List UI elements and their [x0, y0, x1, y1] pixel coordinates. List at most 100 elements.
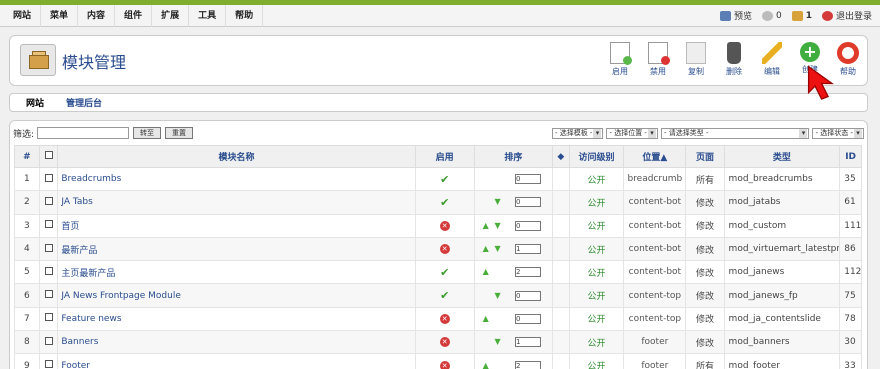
disable-button[interactable]: 禁用: [642, 42, 674, 77]
move-down-icon[interactable]: ▼: [495, 221, 501, 230]
row-checkbox[interactable]: [44, 336, 53, 345]
col-position[interactable]: 位置▲: [623, 145, 687, 168]
menu-content[interactable]: 内容: [78, 4, 116, 27]
enable-button[interactable]: 启用: [604, 42, 636, 77]
check-icon[interactable]: ✔: [440, 266, 449, 279]
move-up-icon[interactable]: ▲: [483, 267, 489, 276]
tab-site[interactable]: 网站: [26, 96, 44, 109]
order-input[interactable]: 0: [514, 220, 541, 231]
delete-button[interactable]: 删除: [718, 42, 750, 77]
preview-link[interactable]: 预览: [719, 9, 752, 22]
filter-go-button[interactable]: 转至: [133, 127, 162, 139]
row-checkbox[interactable]: [44, 196, 53, 205]
move-down-icon[interactable]: ▼: [495, 291, 501, 300]
access-level[interactable]: 公开: [568, 306, 625, 332]
access-level[interactable]: 公开: [568, 353, 625, 369]
check-icon[interactable]: ✔: [440, 173, 449, 186]
access-level[interactable]: 公开: [568, 166, 625, 192]
order-input[interactable]: 1: [514, 244, 541, 255]
order-input[interactable]: 2: [514, 360, 541, 369]
filter-input[interactable]: [37, 127, 130, 139]
type-select[interactable]: - 请选择类型 -: [660, 127, 810, 139]
tab-administrator[interactable]: 管理后台: [66, 96, 102, 109]
row-select[interactable]: [38, 330, 59, 355]
enabled-toggle[interactable]: ✕: [414, 213, 475, 238]
row-select[interactable]: [38, 306, 59, 332]
row-checkbox[interactable]: [44, 266, 53, 275]
menu-components[interactable]: 组件: [115, 4, 153, 27]
row-checkbox[interactable]: [44, 173, 53, 182]
menu-tools[interactable]: 工具: [189, 4, 227, 27]
module-name-link[interactable]: 最新产品: [57, 236, 416, 262]
move-down-icon[interactable]: ▼: [495, 244, 501, 253]
module-name-link[interactable]: Feature news: [57, 306, 416, 332]
module-name-link[interactable]: 首页: [57, 213, 416, 238]
col-type[interactable]: 类型: [723, 145, 841, 168]
state-select[interactable]: - 选择状态 -: [812, 127, 864, 139]
col-pages[interactable]: 页面: [685, 145, 725, 168]
col-order[interactable]: 排序: [473, 145, 554, 168]
module-name-link[interactable]: JA News Frontpage Module: [57, 283, 416, 308]
save-order-icon[interactable]: ◆: [557, 152, 564, 162]
move-down-icon[interactable]: ▼: [495, 197, 501, 206]
access-level[interactable]: 公开: [568, 330, 625, 355]
move-up-icon[interactable]: ▲: [483, 221, 489, 230]
col-save-order[interactable]: ◆: [552, 145, 570, 168]
col-module-name[interactable]: 模块名称: [57, 145, 416, 168]
module-name-link[interactable]: Footer: [57, 353, 416, 369]
messages-link[interactable]: 0: [761, 10, 782, 21]
row-select[interactable]: [38, 166, 59, 192]
enabled-toggle[interactable]: ✕: [414, 306, 475, 332]
menu-site[interactable]: 网站: [4, 4, 42, 27]
order-input[interactable]: 0: [514, 174, 541, 185]
enabled-toggle[interactable]: ✕: [414, 353, 475, 369]
enabled-toggle[interactable]: ✔: [414, 283, 475, 308]
row-checkbox[interactable]: [44, 290, 53, 299]
select-all-checkbox[interactable]: [44, 151, 53, 159]
enabled-toggle[interactable]: ✕: [414, 330, 475, 355]
access-level[interactable]: 公开: [568, 260, 625, 285]
col-enabled[interactable]: 启用: [414, 145, 475, 168]
move-down-icon[interactable]: ▼: [495, 337, 501, 346]
row-checkbox[interactable]: [44, 220, 53, 229]
users-link[interactable]: 1: [791, 10, 812, 21]
disabled-x-icon[interactable]: ✕: [439, 313, 450, 324]
move-up-icon[interactable]: ▲: [483, 361, 489, 369]
row-checkbox[interactable]: [44, 243, 53, 252]
access-level[interactable]: 公开: [568, 213, 625, 238]
order-input[interactable]: 0: [514, 313, 541, 324]
logout-link[interactable]: 退出登录: [821, 9, 872, 22]
row-select[interactable]: [38, 190, 59, 215]
enabled-toggle[interactable]: ✔: [414, 260, 475, 285]
filter-reset-button[interactable]: 重置: [165, 127, 194, 139]
disabled-x-icon[interactable]: ✕: [439, 220, 450, 231]
row-select[interactable]: [38, 283, 59, 308]
position-select[interactable]: - 选择位置 -: [606, 127, 658, 139]
row-checkbox[interactable]: [44, 313, 53, 322]
disabled-x-icon[interactable]: ✕: [439, 337, 450, 348]
module-name-link[interactable]: 主页最新产品: [57, 260, 416, 285]
check-icon[interactable]: ✔: [440, 196, 449, 209]
edit-button[interactable]: 编辑: [756, 42, 788, 77]
menu-extensions[interactable]: 扩展: [152, 4, 190, 27]
enabled-toggle[interactable]: ✕: [414, 236, 475, 262]
enabled-toggle[interactable]: ✔: [414, 166, 475, 192]
move-up-icon[interactable]: ▲: [483, 244, 489, 253]
disabled-x-icon[interactable]: ✕: [439, 244, 450, 255]
enabled-toggle[interactable]: ✔: [414, 190, 475, 215]
row-checkbox[interactable]: [44, 360, 53, 369]
module-name-link[interactable]: JA Tabs: [57, 190, 416, 215]
col-select-all[interactable]: [38, 145, 59, 168]
check-icon[interactable]: ✔: [440, 289, 449, 302]
template-select[interactable]: - 选择模板 -: [551, 127, 604, 139]
move-up-icon[interactable]: ▲: [483, 314, 489, 323]
row-select[interactable]: [38, 260, 59, 285]
order-input[interactable]: 0: [514, 197, 541, 208]
access-level[interactable]: 公开: [568, 190, 625, 215]
col-access[interactable]: 访问级别: [568, 145, 625, 168]
module-name-link[interactable]: Banners: [57, 330, 416, 355]
order-input[interactable]: 2: [514, 267, 541, 278]
order-input[interactable]: 0: [514, 290, 541, 301]
module-name-link[interactable]: Breadcrumbs: [57, 166, 416, 192]
order-input[interactable]: 1: [514, 337, 541, 348]
